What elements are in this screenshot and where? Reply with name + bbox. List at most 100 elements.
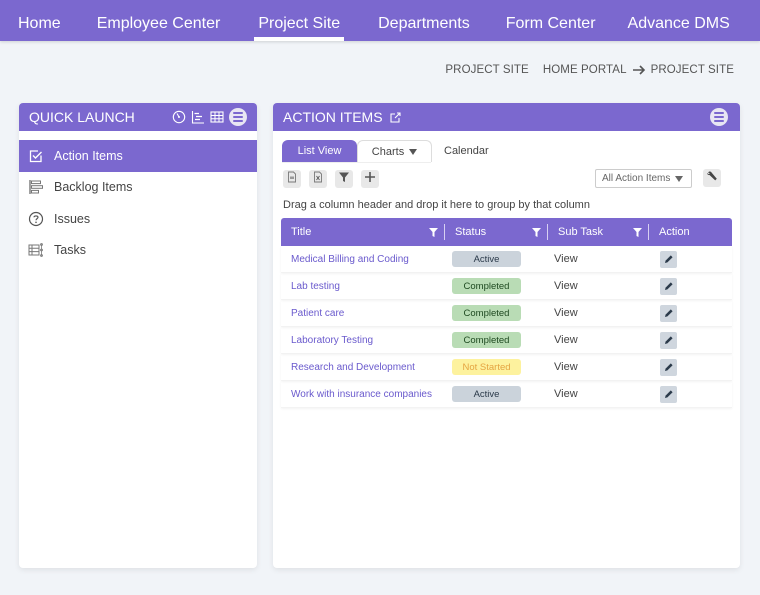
menu-icon[interactable]	[229, 108, 247, 126]
quick-launch-label: Tasks	[54, 243, 86, 258]
external-link-icon[interactable]	[389, 111, 401, 123]
edit-button[interactable]	[660, 331, 677, 349]
quick-launch-list: Action Items Backlog Items Issues Tasks	[19, 140, 257, 266]
row-status-cell: Completed	[445, 332, 548, 348]
edit-button[interactable]	[660, 277, 677, 295]
quick-launch-panel: QUICK LAUNCH Action Items Backlog Items …	[19, 103, 257, 568]
column-header-action: Action	[649, 218, 732, 246]
row-title-link[interactable]: Patient care	[281, 308, 445, 319]
nav-employee-center[interactable]: Employee Center	[97, 0, 221, 41]
view-filter-value: All Action Items	[602, 173, 671, 184]
row-sub-task-link[interactable]: View	[548, 334, 649, 346]
row-status-cell: Completed	[445, 305, 548, 321]
row-action-cell	[649, 250, 732, 268]
pencil-icon	[664, 309, 673, 317]
row-sub-task-link[interactable]: View	[548, 253, 649, 265]
nav-home[interactable]: Home	[18, 0, 61, 41]
row-action-cell	[649, 277, 732, 295]
table-icon[interactable]	[210, 110, 224, 124]
export-excel-icon	[312, 170, 324, 188]
tabs-divider	[282, 162, 431, 163]
edit-button[interactable]	[660, 358, 677, 376]
quick-launch-item-backlog-items[interactable]: Backlog Items	[19, 172, 257, 204]
status-badge: Active	[452, 386, 521, 402]
pencil-icon	[664, 363, 673, 371]
status-badge: Completed	[452, 332, 521, 348]
quick-launch-item-action-items[interactable]: Action Items	[19, 140, 257, 172]
quick-launch-item-tasks[interactable]: Tasks	[19, 235, 257, 267]
table-row: Medical Billing and Coding Active View	[281, 246, 732, 273]
arrow-right-icon	[632, 64, 646, 76]
export-excel-button[interactable]	[309, 170, 327, 188]
column-header-sub-task[interactable]: Sub Task	[548, 218, 649, 246]
pencil-icon	[664, 390, 673, 398]
settings-button[interactable]	[703, 169, 721, 187]
row-sub-task-link[interactable]: View	[548, 361, 649, 373]
quick-launch-label: Backlog Items	[54, 180, 133, 195]
filter-icon[interactable]	[633, 228, 642, 237]
quick-launch-header: QUICK LAUNCH	[19, 103, 257, 131]
export-pdf-icon	[286, 170, 298, 188]
column-action-label: Action	[659, 226, 690, 238]
gantt-icon[interactable]	[191, 110, 205, 124]
quick-launch-item-issues[interactable]: Issues	[19, 203, 257, 235]
breadcrumb-home-portal[interactable]: HOME PORTAL	[543, 64, 627, 76]
filter-icon[interactable]	[532, 228, 541, 237]
status-badge: Active	[452, 251, 521, 267]
action-items-panel: ACTION ITEMS List View Charts Calendar A…	[273, 103, 740, 568]
status-badge: Completed	[452, 305, 521, 321]
row-sub-task-link[interactable]: View	[548, 307, 649, 319]
add-icon	[364, 170, 376, 188]
filter-icon[interactable]	[429, 228, 438, 237]
backlog-icon	[28, 179, 44, 195]
tab-charts[interactable]: Charts	[357, 140, 432, 162]
pencil-icon	[664, 255, 673, 263]
row-title-link[interactable]: Research and Development	[281, 362, 445, 373]
row-title-link[interactable]: Medical Billing and Coding	[281, 254, 445, 265]
edit-button[interactable]	[660, 250, 677, 268]
column-sub-task-label: Sub Task	[558, 226, 604, 238]
row-sub-task-link[interactable]: View	[548, 280, 649, 292]
nav-departments[interactable]: Departments	[378, 0, 470, 41]
pencil-icon	[664, 282, 673, 290]
tab-calendar[interactable]: Calendar	[432, 140, 489, 162]
quick-launch-title: QUICK LAUNCH	[29, 109, 135, 125]
row-action-cell	[649, 385, 732, 403]
column-title-label: Title	[291, 226, 312, 238]
dashboard-icon[interactable]	[172, 110, 186, 124]
menu-icon[interactable]	[710, 108, 728, 126]
quick-launch-label: Action Items	[54, 148, 123, 163]
pencil-icon	[664, 336, 673, 344]
row-sub-task-link[interactable]: View	[548, 388, 649, 400]
nav-form-center[interactable]: Form Center	[506, 0, 596, 41]
add-button[interactable]	[361, 170, 379, 188]
column-header-status[interactable]: Status	[445, 218, 548, 246]
row-status-cell: Active	[445, 251, 548, 267]
row-title-link[interactable]: Work with insurance companies	[281, 389, 445, 400]
grid-body: Medical Billing and Coding Active View L…	[281, 246, 732, 408]
row-status-cell: Not Started	[445, 359, 548, 375]
row-title-link[interactable]: Laboratory Testing	[281, 335, 445, 346]
nav-advance-dms[interactable]: Advance DMS	[628, 0, 730, 41]
grid-header: Title Status Sub Task Action	[281, 218, 732, 246]
edit-button[interactable]	[660, 304, 677, 322]
export-pdf-button[interactable]	[283, 170, 301, 188]
table-row: Lab testing Completed View	[281, 273, 732, 300]
breadcrumb-page-title: PROJECT SITE	[445, 64, 529, 76]
column-status-label: Status	[455, 226, 487, 238]
action-items-header: ACTION ITEMS	[273, 103, 740, 131]
edit-button[interactable]	[660, 385, 677, 403]
nav-project-site[interactable]: Project Site	[254, 0, 344, 41]
tab-list-view[interactable]: List View	[282, 140, 357, 162]
view-filter-select[interactable]: All Action Items	[595, 169, 692, 188]
filter-button[interactable]	[335, 170, 353, 188]
column-header-title[interactable]: Title	[281, 218, 445, 246]
filter-icon	[338, 170, 350, 188]
table-row: Patient care Completed View	[281, 300, 732, 327]
question-icon	[28, 211, 44, 227]
view-tabs: List View Charts Calendar	[282, 140, 489, 162]
table-row: Work with insurance companies Active Vie…	[281, 381, 732, 408]
top-navigation: Home Employee Center Project Site Depart…	[0, 0, 760, 41]
row-action-cell	[649, 331, 732, 349]
row-title-link[interactable]: Lab testing	[281, 281, 445, 292]
